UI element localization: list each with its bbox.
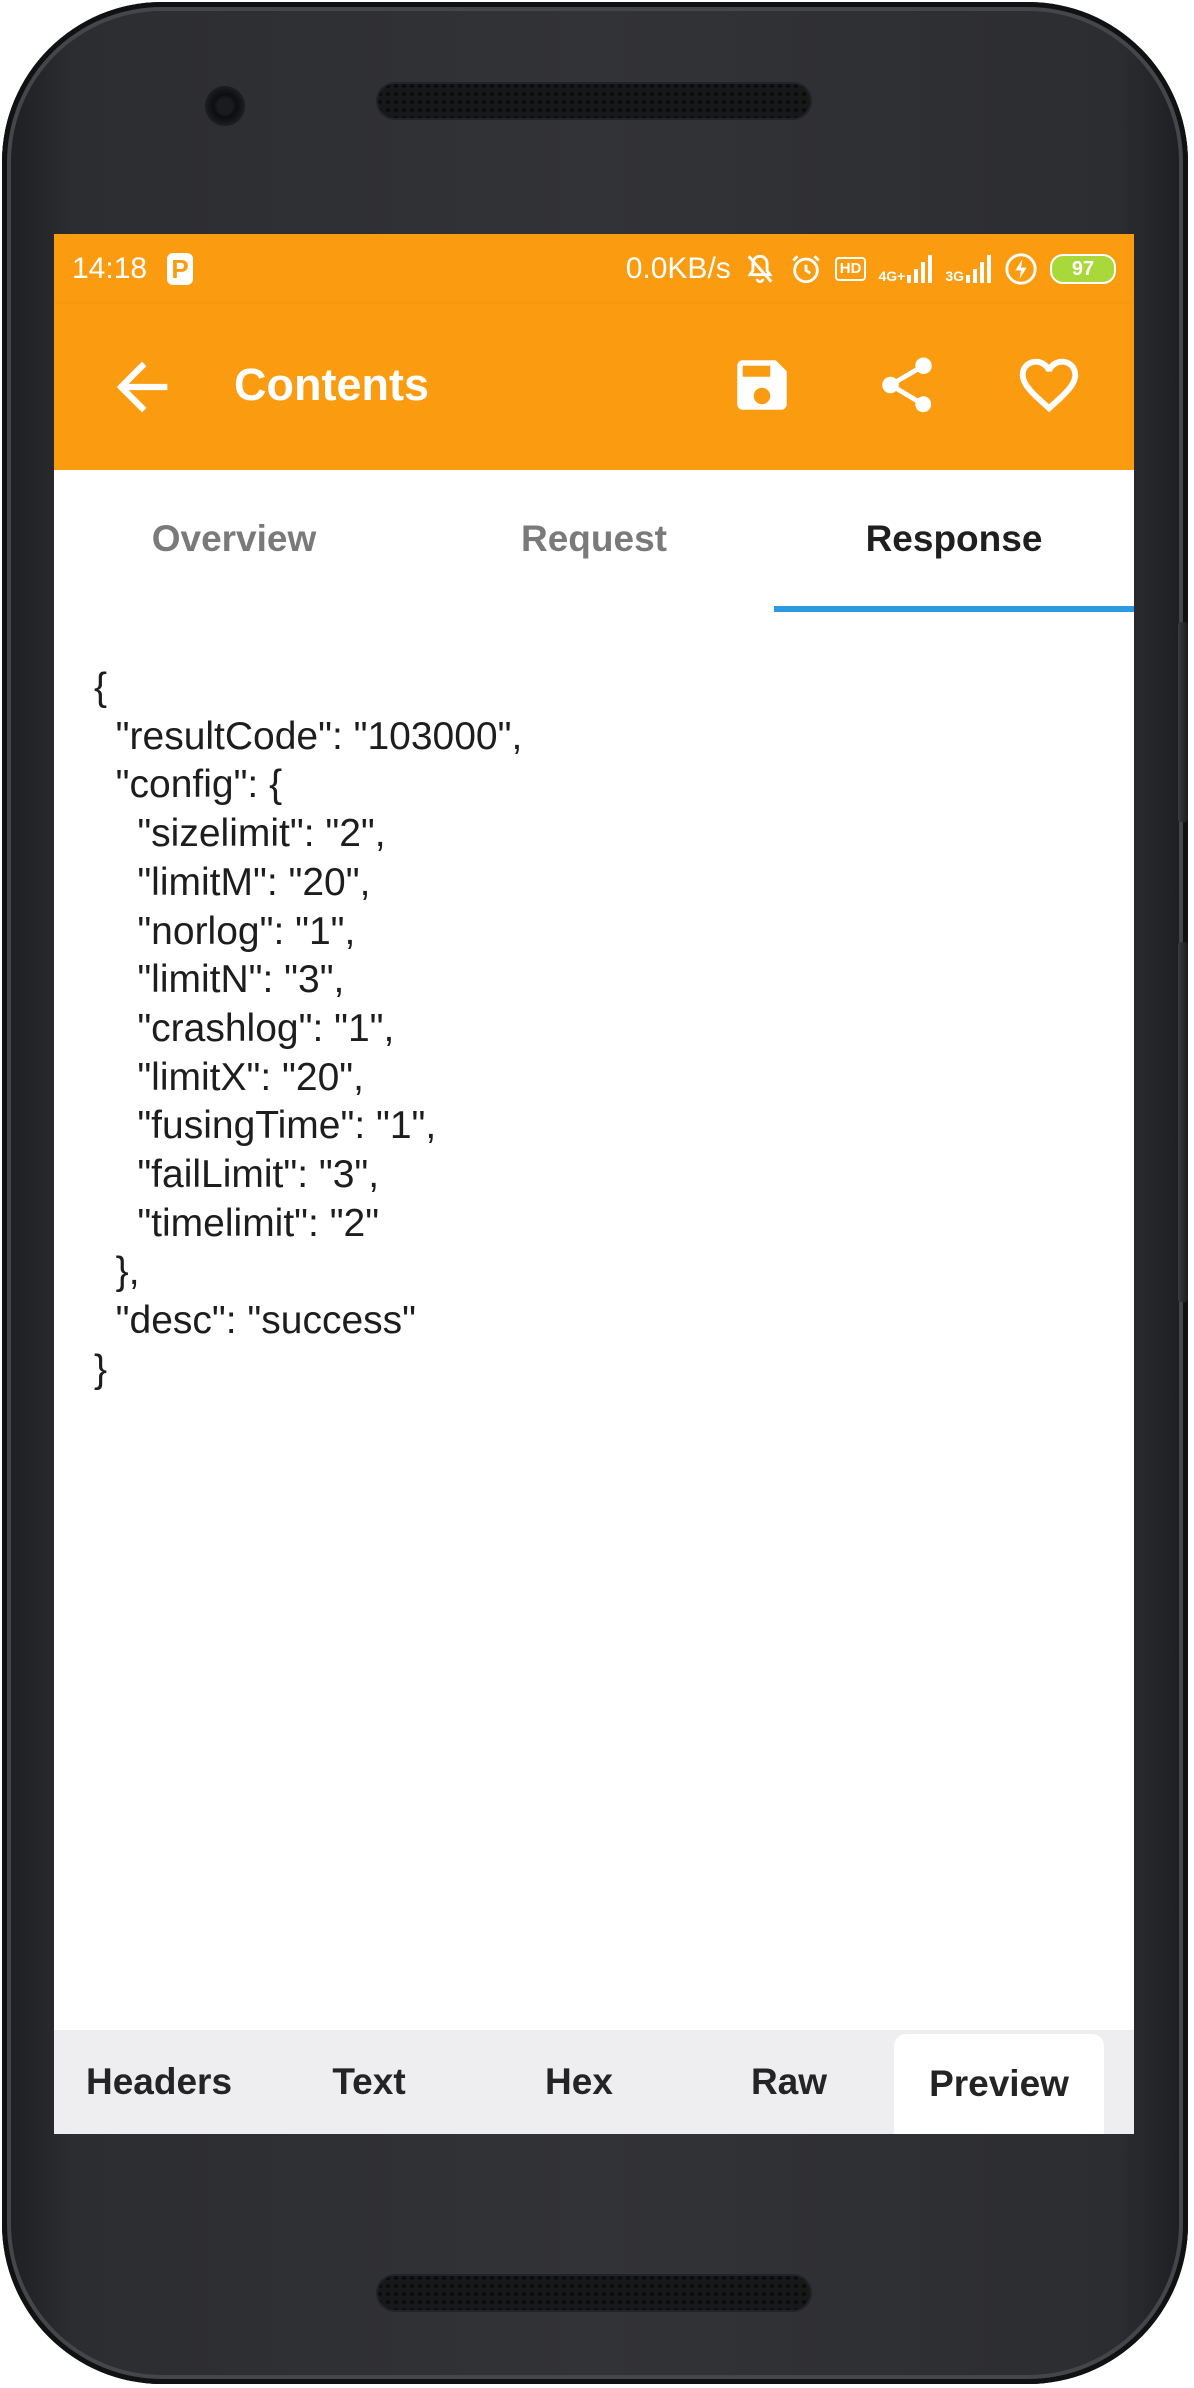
tab-request[interactable]: Request [414,470,774,608]
screen: 14:18 P 0.0KB/s HD 4G+ 3G 97 Contents Ov… [54,234,1134,2134]
response-body-text: { "resultCode": "103000", "config": { "s… [94,666,523,1391]
bottom-speaker-grille [376,2274,812,2312]
tab-label: Hex [545,2061,613,2102]
tab-indicator [774,606,1134,612]
tab-label: Headers [85,2061,233,2102]
signal-3g-icon: 3G [945,255,992,283]
tab-label: Overview [151,518,317,559]
share-icon [874,352,940,423]
top-tab-bar: Overview Request Response [54,470,1134,612]
app-bar: Contents [54,304,1134,470]
status-time: 14:18 [72,252,148,285]
tab-headers[interactable]: Headers [54,2030,264,2134]
save-icon [729,352,795,423]
front-camera [207,88,243,124]
back-button[interactable] [104,349,180,425]
tab-overview[interactable]: Overview [54,470,414,608]
alarm-icon [789,252,823,286]
tab-text[interactable]: Text [264,2030,474,2134]
phone-frame: 14:18 P 0.0KB/s HD 4G+ 3G 97 Contents Ov… [2,2,1188,2384]
page-title: Contents [234,359,429,410]
arrow-back-icon [104,361,180,429]
volume-button [1178,622,1188,822]
tab-label: Preview [929,2063,1069,2104]
status-icons: 0.0KB/s HD 4G+ 3G 97 [626,252,1116,286]
save-button[interactable] [719,344,805,430]
bottom-tab-bar: Headers Text Hex Raw Preview [54,2030,1134,2134]
tab-response[interactable]: Response [774,470,1134,608]
signal-4g-icon: 4G+ [878,255,933,283]
power-button [1178,942,1188,1302]
tab-hex[interactable]: Hex [474,2030,684,2134]
hd-icon: HD [834,257,867,281]
app-notification-badge: P [167,253,194,285]
tab-label: Response [865,518,1043,559]
tab-label: Raw [750,2061,828,2102]
tab-label: Text [332,2061,406,2102]
tab-label: Request [521,518,667,559]
top-speaker-grille [376,82,812,120]
favorite-button[interactable] [1006,344,1092,430]
charging-icon [1004,252,1038,286]
tab-preview[interactable]: Preview [894,2034,1104,2134]
mute-icon [743,252,777,286]
battery-indicator: 97 [1050,254,1116,284]
tab-raw[interactable]: Raw [684,2030,894,2134]
share-button[interactable] [864,344,950,430]
network-speed: 0.0KB/s [625,252,731,285]
status-bar: 14:18 P 0.0KB/s HD 4G+ 3G 97 [54,234,1134,304]
heart-icon [1014,350,1084,425]
